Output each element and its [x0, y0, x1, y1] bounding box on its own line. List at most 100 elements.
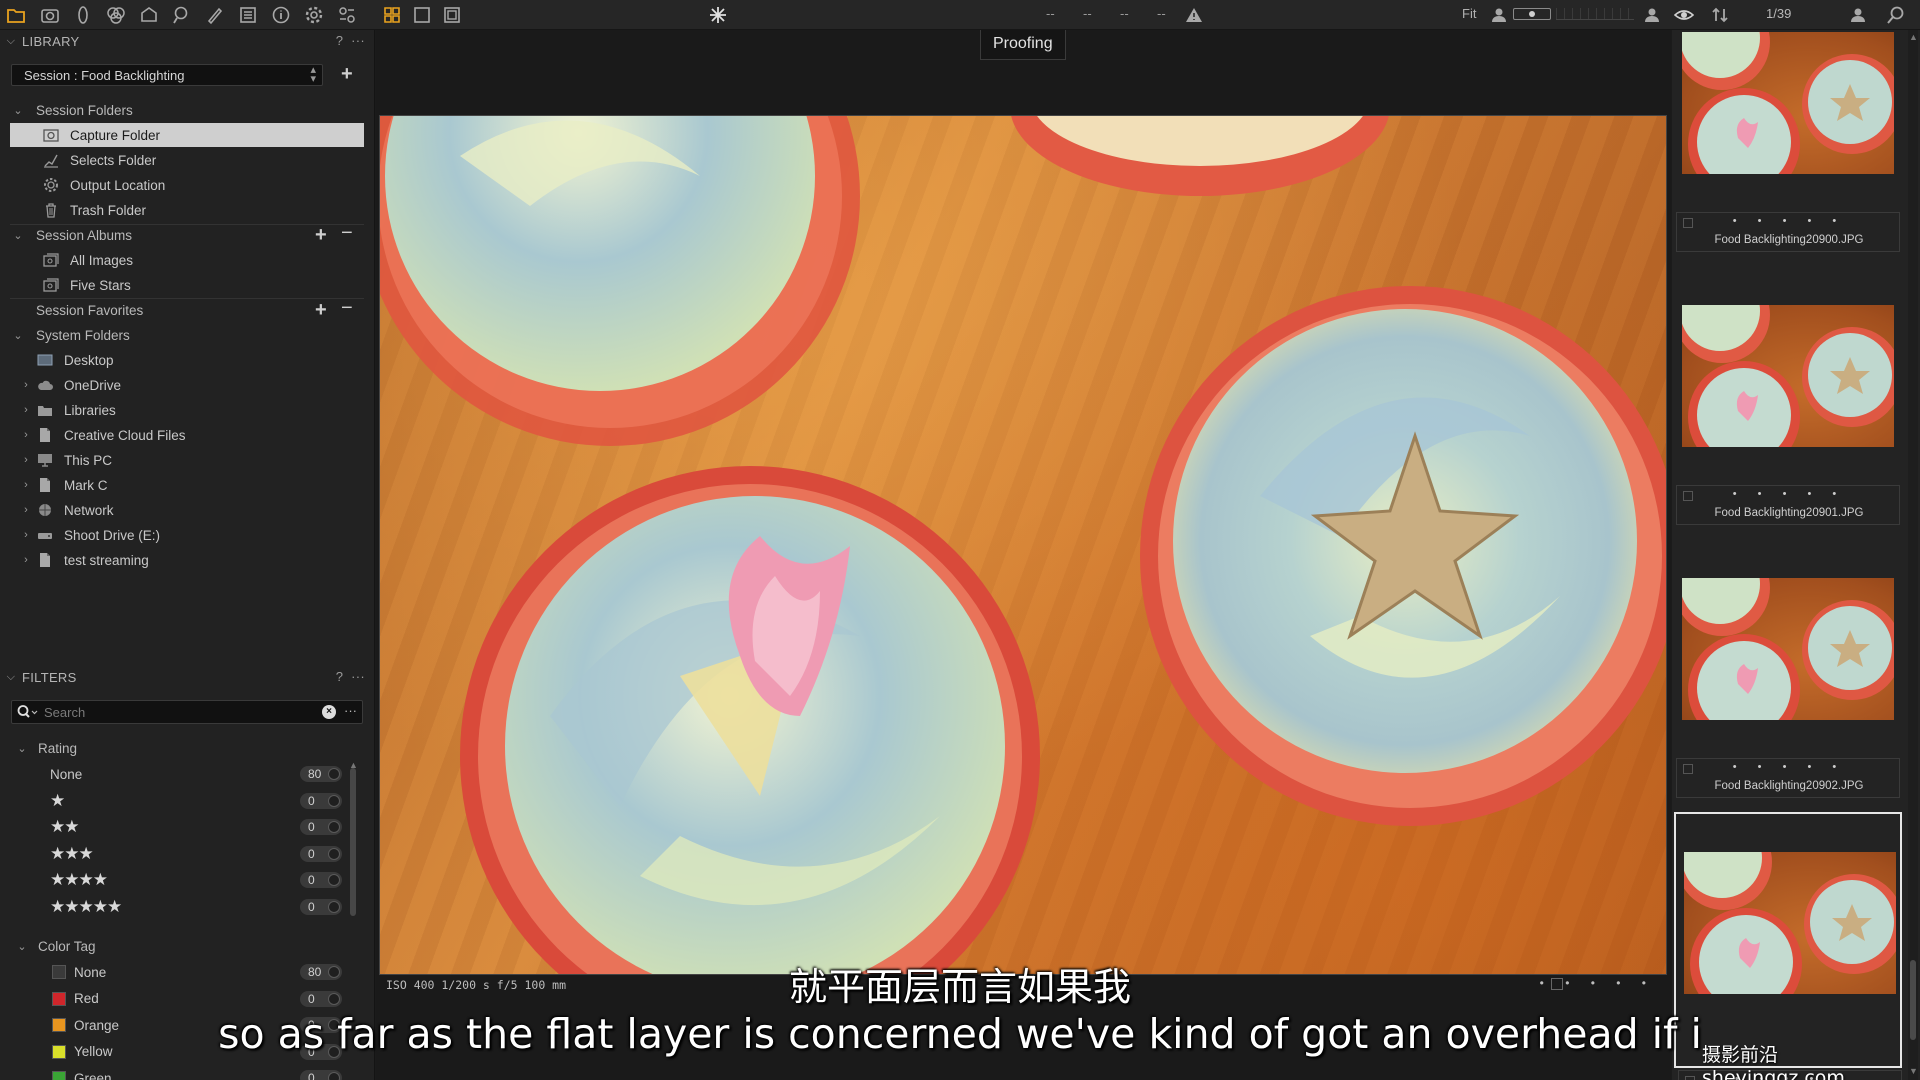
- local-adjustments-icon[interactable]: [203, 3, 227, 27]
- exposure-tool-icon[interactable]: [137, 3, 161, 27]
- filmstrip-thumbnail[interactable]: • • • • • Food Backlighting20901.JPG: [1674, 75, 1902, 525]
- more-icon[interactable]: ···: [351, 669, 365, 684]
- session-folder-item[interactable]: Trash Folder: [10, 198, 364, 222]
- rating-filter-row[interactable]: None 80: [12, 762, 344, 786]
- session-albums-group[interactable]: ⌄ Session Albums: [10, 223, 364, 247]
- filmstrip-scrollbar[interactable]: ▲ ▼: [1908, 30, 1918, 1080]
- session-folder-item[interactable]: Output Location: [10, 173, 364, 197]
- star-rating-icon: ★★★★: [50, 870, 108, 889]
- chevron-right-icon[interactable]: ›: [18, 379, 34, 391]
- chevron-right-icon[interactable]: ›: [18, 429, 34, 441]
- filter-count-toggle[interactable]: 0: [300, 819, 342, 835]
- system-folder-item[interactable]: › OneDrive: [10, 373, 364, 397]
- rating-filter-row[interactable]: ★ 0: [12, 789, 344, 813]
- system-folders-group[interactable]: ⌄ System Folders: [10, 323, 364, 347]
- chevron-right-icon[interactable]: ›: [18, 454, 34, 466]
- color-tag-group[interactable]: ⌄ Color Tag: [14, 934, 368, 958]
- color-tag-filter-row[interactable]: Green 0: [12, 1066, 344, 1080]
- clear-search-icon[interactable]: ×: [322, 705, 336, 719]
- single-view-icon[interactable]: [410, 3, 434, 27]
- chevron-down-icon[interactable]: ⌄: [10, 229, 26, 242]
- user-icon[interactable]: [1487, 3, 1511, 27]
- filmstrip-thumbnail[interactable]: • • • • • Food Backlighting20900.JPG: [1674, 0, 1902, 252]
- chevron-down-icon[interactable]: ⌵: [0, 671, 22, 684]
- search-icon[interactable]: [16, 704, 38, 723]
- image-viewer[interactable]: Proofing ISO 400 1/200 s f/5 100 mm • • …: [376, 30, 1671, 1080]
- filters-header[interactable]: ⌵ FILTERS ? ···: [0, 666, 374, 688]
- rating-filter-row[interactable]: ★★★ 0: [12, 842, 344, 866]
- chevron-down-icon[interactable]: ⌄: [14, 940, 30, 953]
- details-tool-icon[interactable]: [170, 3, 194, 27]
- chevron-right-icon[interactable]: ›: [18, 479, 34, 491]
- thumbnail-image[interactable]: [1682, 578, 1894, 720]
- system-folder-item[interactable]: Desktop: [10, 348, 364, 372]
- filter-count-toggle[interactable]: 0: [300, 872, 342, 888]
- session-folders-group[interactable]: ⌄ Session Folders: [10, 98, 364, 122]
- system-folder-item[interactable]: › Creative Cloud Files: [10, 423, 364, 447]
- session-album-item[interactable]: All Images: [10, 248, 364, 272]
- filmstrip-thumbnail[interactable]: • • • • • Food Backlighting20902.JPG: [1674, 348, 1902, 798]
- warning-triangle-icon[interactable]: [1182, 3, 1206, 27]
- chevron-right-icon[interactable]: ›: [18, 504, 34, 516]
- rating-group[interactable]: ⌄ Rating: [14, 736, 368, 760]
- more-icon[interactable]: ···: [351, 33, 365, 48]
- zoom-fit-label[interactable]: Fit: [1462, 6, 1476, 21]
- multi-view-icon[interactable]: [440, 3, 464, 27]
- remove-album-button[interactable]: −: [341, 223, 353, 243]
- filter-search-box[interactable]: × ···: [11, 700, 363, 724]
- help-icon[interactable]: ?: [336, 669, 344, 684]
- lens-tool-icon[interactable]: [71, 3, 95, 27]
- grid-view-icon[interactable]: [380, 3, 404, 27]
- search-options-icon[interactable]: ···: [344, 703, 357, 718]
- main-photo[interactable]: [379, 115, 1667, 975]
- rating-filter-row[interactable]: ★★★★★ 0: [12, 895, 344, 919]
- system-folder-item[interactable]: › This PC: [10, 448, 364, 472]
- chevron-right-icon[interactable]: ›: [18, 554, 34, 566]
- filter-count-toggle[interactable]: 0: [300, 792, 342, 809]
- star-rating-icon: ★: [50, 790, 65, 810]
- zoom-slider[interactable]: [1513, 8, 1551, 20]
- rating-filter-row[interactable]: ★★ 0: [12, 815, 344, 839]
- rating-dots[interactable]: • • • • •: [1677, 761, 1901, 773]
- metadata-tool-icon[interactable]: [236, 3, 260, 27]
- focus-asterisk-icon[interactable]: [706, 3, 730, 27]
- chevron-down-icon[interactable]: ⌵: [0, 35, 22, 48]
- chevron-right-icon[interactable]: ›: [18, 404, 34, 416]
- chevron-down-icon[interactable]: ⌄: [14, 742, 30, 755]
- filter-count-toggle[interactable]: 0: [300, 845, 342, 862]
- system-folder-item[interactable]: › Mark C: [10, 473, 364, 497]
- system-folder-item[interactable]: › test streaming: [10, 548, 364, 572]
- system-folder-item[interactable]: › Network: [10, 498, 364, 522]
- chevron-right-icon[interactable]: ›: [18, 529, 34, 541]
- rating-filter-row[interactable]: ★★★★ 0: [12, 868, 344, 892]
- capture-tool-icon[interactable]: [38, 3, 62, 27]
- tree-item-label: test streaming: [64, 552, 149, 568]
- add-favorite-button[interactable]: +: [315, 300, 327, 320]
- library-header[interactable]: ⌵ LIBRARY ? ···: [0, 30, 374, 52]
- filter-count-toggle[interactable]: 0: [300, 898, 342, 915]
- session-folder-item[interactable]: Capture Folder: [10, 123, 364, 147]
- session-favorites-group[interactable]: Session Favorites: [10, 298, 364, 322]
- filter-count-toggle[interactable]: 0: [300, 1070, 342, 1080]
- session-folder-item[interactable]: Selects Folder: [10, 148, 364, 172]
- filter-count-toggle[interactable]: 80: [300, 766, 342, 782]
- color-tool-icon[interactable]: [104, 3, 128, 27]
- user-icon[interactable]: [1640, 3, 1664, 27]
- session-select[interactable]: Session : Food Backlighting ▴ ▾: [11, 64, 323, 86]
- filters-scrollbar[interactable]: [350, 768, 356, 916]
- library-tool-icon[interactable]: [4, 3, 28, 27]
- help-icon[interactable]: ?: [336, 33, 344, 48]
- add-session-button[interactable]: +: [341, 64, 353, 84]
- session-album-item[interactable]: Five Stars: [10, 273, 364, 297]
- add-album-button[interactable]: +: [315, 225, 327, 245]
- chevron-down-icon[interactable]: ⌄: [10, 329, 26, 342]
- info-tool-icon[interactable]: [269, 3, 293, 27]
- scroll-up-arrow-icon[interactable]: ▲: [1909, 32, 1918, 42]
- batch-tool-icon[interactable]: [335, 3, 359, 27]
- search-input[interactable]: [44, 703, 314, 721]
- system-folder-item[interactable]: › Libraries: [10, 398, 364, 422]
- system-folder-item[interactable]: › Shoot Drive (E:): [10, 523, 364, 547]
- remove-favorite-button[interactable]: −: [341, 298, 353, 318]
- settings-gear-icon[interactable]: [302, 3, 326, 27]
- chevron-down-icon[interactable]: ⌄: [10, 104, 26, 117]
